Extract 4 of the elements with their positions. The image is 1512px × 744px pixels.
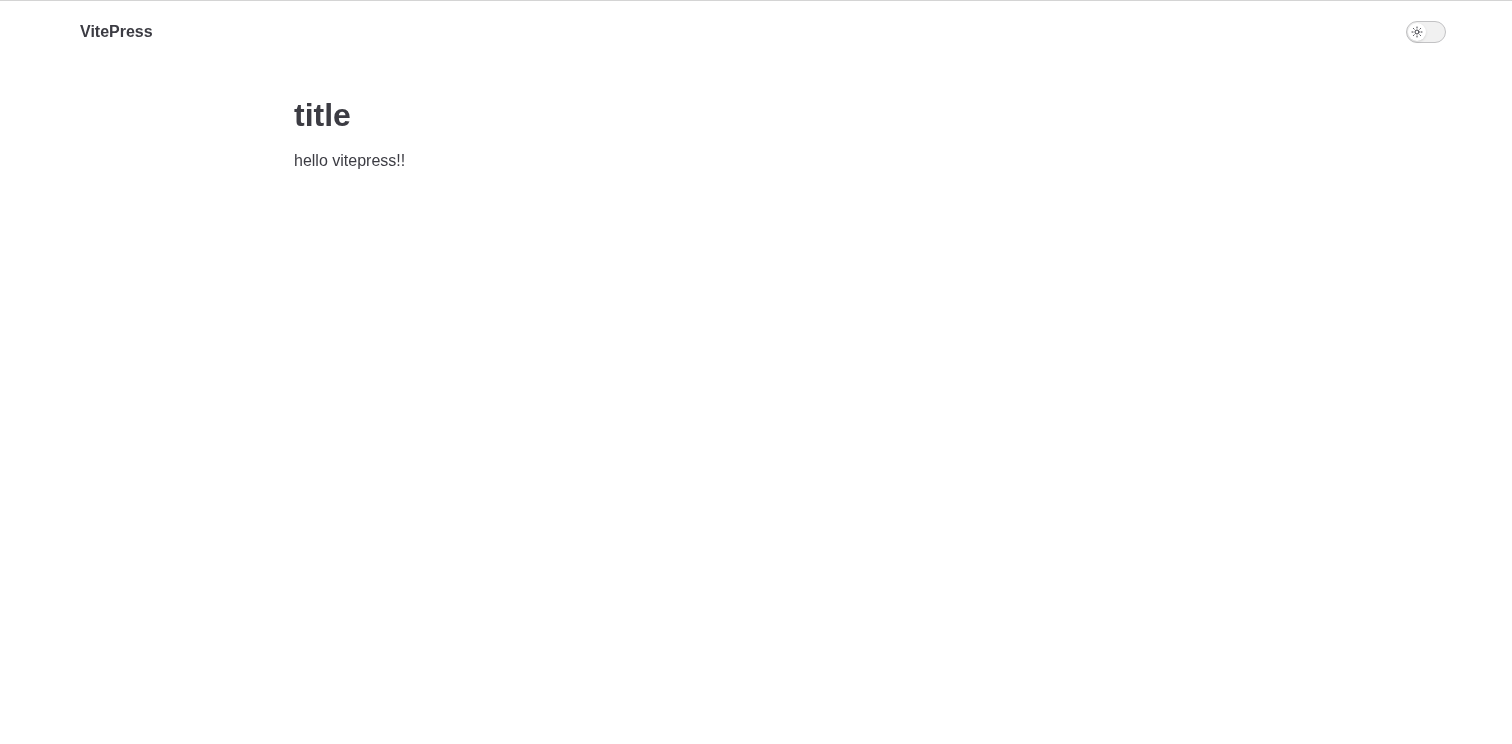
appearance-toggle[interactable] [1406,21,1446,43]
site-title[interactable]: VitePress [80,20,153,44]
body-text: hello vitepress!! [294,151,407,171]
page-heading: title [294,96,352,135]
